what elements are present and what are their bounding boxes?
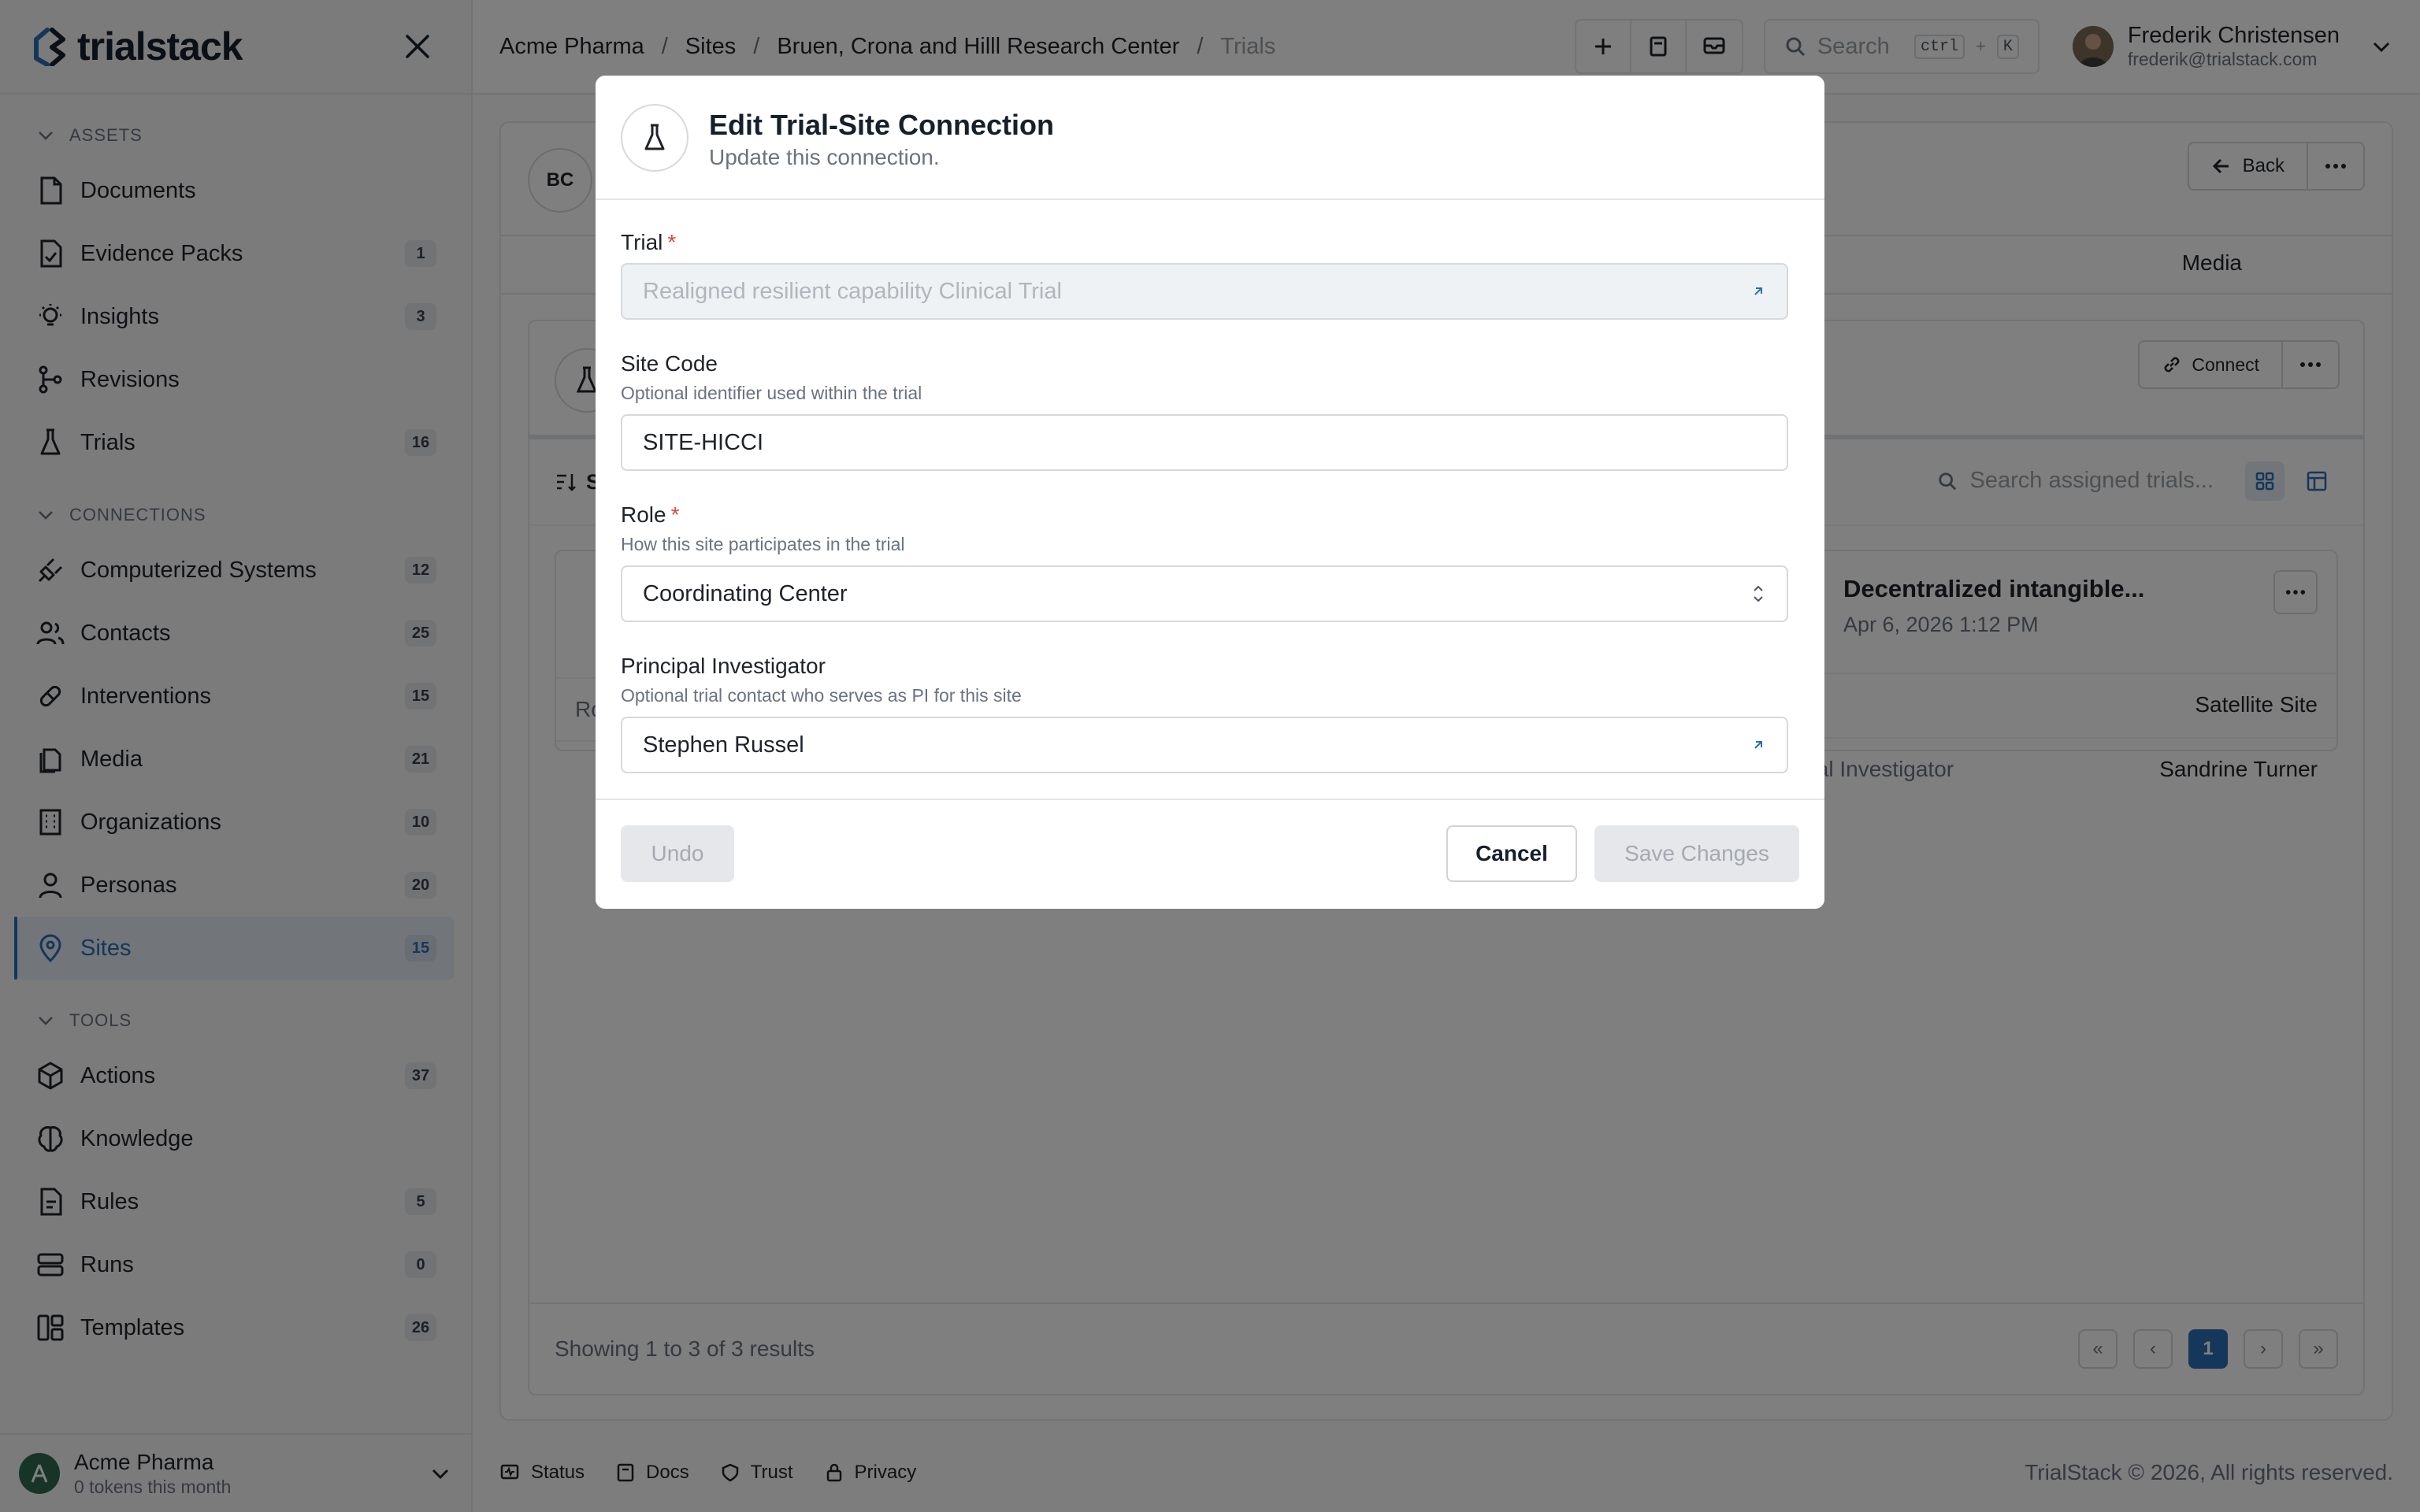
pi-label: Principal Investigator	[621, 654, 826, 678]
role-label: Role *	[621, 502, 680, 528]
role-value: Coordinating Center	[643, 580, 848, 606]
site-code-label: Site Code	[621, 351, 718, 376]
required-marker: *	[670, 502, 680, 527]
dialog-footer: Undo Cancel Save Changes	[596, 799, 1824, 909]
dialog-subtitle: Update this connection.	[709, 145, 940, 169]
trial-value: Realigned resilient capability Clinical …	[643, 278, 1062, 304]
site-code-input[interactable]: SITE-HICCI	[621, 414, 1788, 471]
site-code-value: SITE-HICCI	[643, 429, 764, 455]
flask-icon	[621, 104, 689, 172]
undo-button[interactable]: Undo	[621, 825, 734, 882]
required-marker: *	[667, 230, 677, 254]
trial-field: Realigned resilient capability Clinical …	[621, 263, 1788, 320]
cancel-button[interactable]: Cancel	[1446, 825, 1577, 882]
trial-label: Trial *	[621, 230, 676, 255]
pi-input[interactable]: Stephen Russel	[621, 717, 1788, 773]
pi-value: Stephen Russel	[643, 732, 804, 758]
role-hint: How this site participates in the trial	[621, 534, 905, 554]
field-label-text: Trial	[621, 230, 663, 254]
site-code-hint: Optional identifier used within the tria…	[621, 383, 922, 403]
chevron-up-down-icon	[1754, 585, 1763, 602]
field-label-text: Role	[621, 502, 666, 527]
dialog-header: Edit Trial-Site Connection Update this c…	[596, 76, 1824, 200]
external-link-icon[interactable]	[1750, 284, 1766, 299]
external-link-icon[interactable]	[1750, 737, 1766, 753]
edit-trial-site-dialog: Edit Trial-Site Connection Update this c…	[596, 76, 1824, 909]
pi-hint: Optional trial contact who serves as PI …	[621, 685, 1022, 706]
dialog-title: Edit Trial-Site Connection	[709, 109, 1055, 141]
save-changes-button[interactable]: Save Changes	[1594, 825, 1799, 882]
dialog-body: Trial * Realigned resilient capability Cl…	[596, 200, 1824, 876]
role-select[interactable]: Coordinating Center	[621, 565, 1788, 622]
